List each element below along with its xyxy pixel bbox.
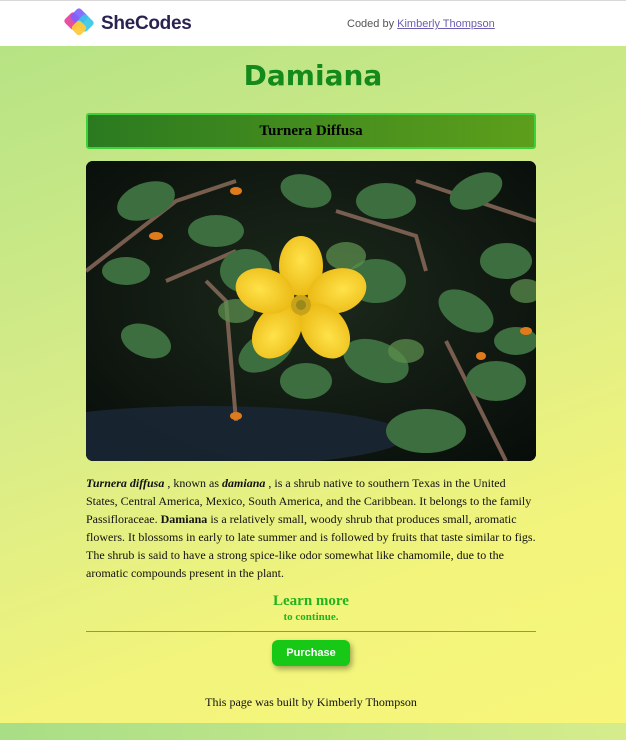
bottom-strip xyxy=(0,723,626,740)
page-title: Damiana xyxy=(243,59,383,92)
damiana-photo xyxy=(86,161,536,461)
description-text-1: , known as xyxy=(164,476,223,490)
subtitle-banner: Turnera Diffusa xyxy=(86,113,536,149)
description-paragraph: Turnera diffusa , known as damiana , is … xyxy=(86,474,538,582)
subtitle-text: Turnera Diffusa xyxy=(259,122,363,139)
damiana-bold: Damiana xyxy=(160,512,208,526)
author-link[interactable]: Kimberly Thompson xyxy=(397,18,495,30)
coded-by: Coded by Kimberly Thompson xyxy=(347,18,495,30)
learn-more-link[interactable]: Learn more xyxy=(0,593,622,610)
common-name: damiana xyxy=(222,476,266,490)
brand-name[interactable]: SheCodes xyxy=(101,13,192,35)
coded-by-prefix: Coded by xyxy=(347,18,395,30)
top-bar: SheCodes Coded by Kimberly Thompson xyxy=(0,0,626,46)
scientific-name: Turnera diffusa xyxy=(86,476,165,490)
shecodes-logo-icon[interactable] xyxy=(64,8,98,40)
flower-image-icon xyxy=(86,161,536,461)
divider xyxy=(86,631,536,632)
continue-text: to continue. xyxy=(283,611,339,623)
purchase-button[interactable]: Purchase xyxy=(272,640,350,666)
footer-text: This page was built by Kimberly Thompson xyxy=(205,695,417,709)
